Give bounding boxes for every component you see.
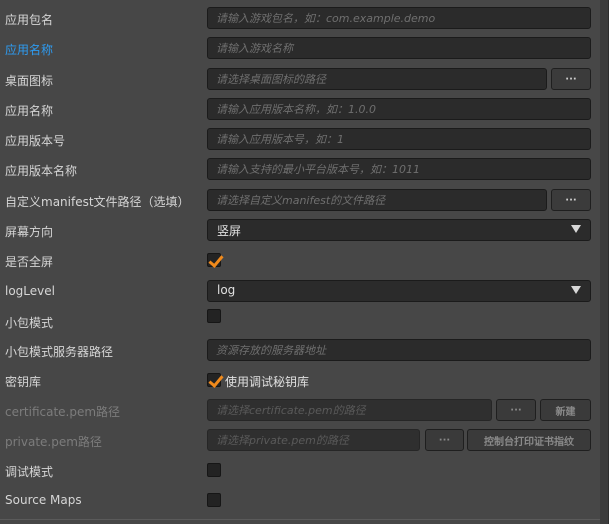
- dropdown-arrow-icon: [571, 286, 581, 294]
- manifest-browse-button[interactable]: ···: [551, 189, 591, 211]
- dropdown-arrow-icon: [571, 225, 581, 233]
- fullscreen-checkbox[interactable]: [207, 252, 224, 268]
- log-level-value: log: [217, 283, 236, 297]
- desktop-icon-browse-button[interactable]: ···: [551, 68, 591, 90]
- debug-keystore-checkbox[interactable]: [207, 372, 224, 388]
- private-key-path-input[interactable]: [207, 429, 420, 451]
- min-platform-version-label: 应用版本名称: [5, 164, 78, 178]
- row-certificate: certificate.pem路径 ··· 新建: [0, 398, 600, 424]
- app-name-input[interactable]: [207, 37, 591, 59]
- app-version-name-input[interactable]: [207, 98, 591, 120]
- certificate-browse-button[interactable]: ···: [496, 399, 536, 421]
- private-key-label: private.pem路径: [5, 435, 102, 449]
- source-maps-label: Source Maps: [5, 493, 82, 507]
- log-level-label: logLevel: [5, 284, 55, 298]
- row-keystore: 密钥库 使用调试秘钥库: [0, 368, 600, 394]
- package-name-label: 应用包名: [5, 13, 54, 27]
- debug-keystore-label: 使用调试秘钥库: [225, 375, 310, 389]
- certificate-new-button[interactable]: 新建: [540, 399, 591, 421]
- row-manifest-path: 自定义manifest文件路径（选填） ···: [0, 188, 600, 214]
- row-source-maps: Source Maps: [0, 488, 600, 514]
- row-orientation: 屏幕方向 竖屏: [0, 218, 600, 244]
- debug-mode-checkbox[interactable]: [207, 463, 221, 477]
- keystore-label: 密钥库: [5, 375, 42, 389]
- build-settings-panel: 应用包名 应用名称 桌面图标 ··· 应用名称 应用版本号 应用版本名称 自定义…: [0, 0, 609, 524]
- row-fullscreen: 是否全屏: [0, 248, 600, 274]
- row-private-key: private.pem路径 ··· 控制台打印证书指纹: [0, 428, 600, 454]
- certificate-label: certificate.pem路径: [5, 405, 121, 419]
- row-small-package-server: 小包模式服务器路径: [0, 338, 600, 364]
- row-desktop-icon: 桌面图标 ···: [0, 67, 600, 93]
- divider: [0, 519, 600, 520]
- scrollbar-track[interactable]: [600, 0, 608, 524]
- row-debug-mode: 调试模式: [0, 458, 600, 484]
- row-version-code: 应用版本号: [0, 127, 600, 153]
- fullscreen-label: 是否全屏: [5, 255, 54, 269]
- orientation-label: 屏幕方向: [5, 225, 54, 239]
- small-package-server-input[interactable]: [207, 339, 591, 361]
- package-name-input[interactable]: [207, 7, 591, 29]
- version-code-label: 应用版本号: [5, 134, 66, 148]
- row-app-name: 应用名称: [0, 36, 600, 62]
- certificate-path-input[interactable]: [207, 399, 492, 421]
- debug-mode-label: 调试模式: [5, 465, 54, 479]
- small-package-label: 小包模式: [5, 316, 54, 330]
- app-version-name-label: 应用名称: [5, 104, 54, 118]
- desktop-icon-label: 桌面图标: [5, 74, 54, 88]
- row-package-name: 应用包名: [0, 6, 600, 32]
- manifest-path-input[interactable]: [207, 189, 547, 211]
- checkmark-icon: [208, 252, 224, 268]
- source-maps-checkbox[interactable]: [207, 493, 221, 507]
- row-min-platform-version: 应用版本名称: [0, 157, 600, 183]
- private-key-browse-button[interactable]: ···: [425, 429, 464, 451]
- min-platform-version-input[interactable]: [207, 158, 591, 180]
- version-code-input[interactable]: [207, 128, 591, 150]
- row-small-package: 小包模式: [0, 309, 600, 335]
- manifest-path-label: 自定义manifest文件路径（选填）: [5, 195, 190, 209]
- orientation-select[interactable]: 竖屏: [207, 219, 591, 241]
- print-fingerprint-button[interactable]: 控制台打印证书指纹: [467, 429, 591, 451]
- orientation-value: 竖屏: [217, 224, 242, 238]
- row-app-version-name: 应用名称: [0, 97, 600, 123]
- app-name-label: 应用名称: [5, 43, 54, 57]
- row-log-level: logLevel log: [0, 279, 600, 305]
- small-package-checkbox[interactable]: [207, 309, 221, 323]
- log-level-select[interactable]: log: [207, 280, 591, 302]
- small-package-server-label: 小包模式服务器路径: [5, 345, 114, 359]
- desktop-icon-path-input[interactable]: [207, 68, 547, 90]
- checkmark-icon: [208, 372, 224, 388]
